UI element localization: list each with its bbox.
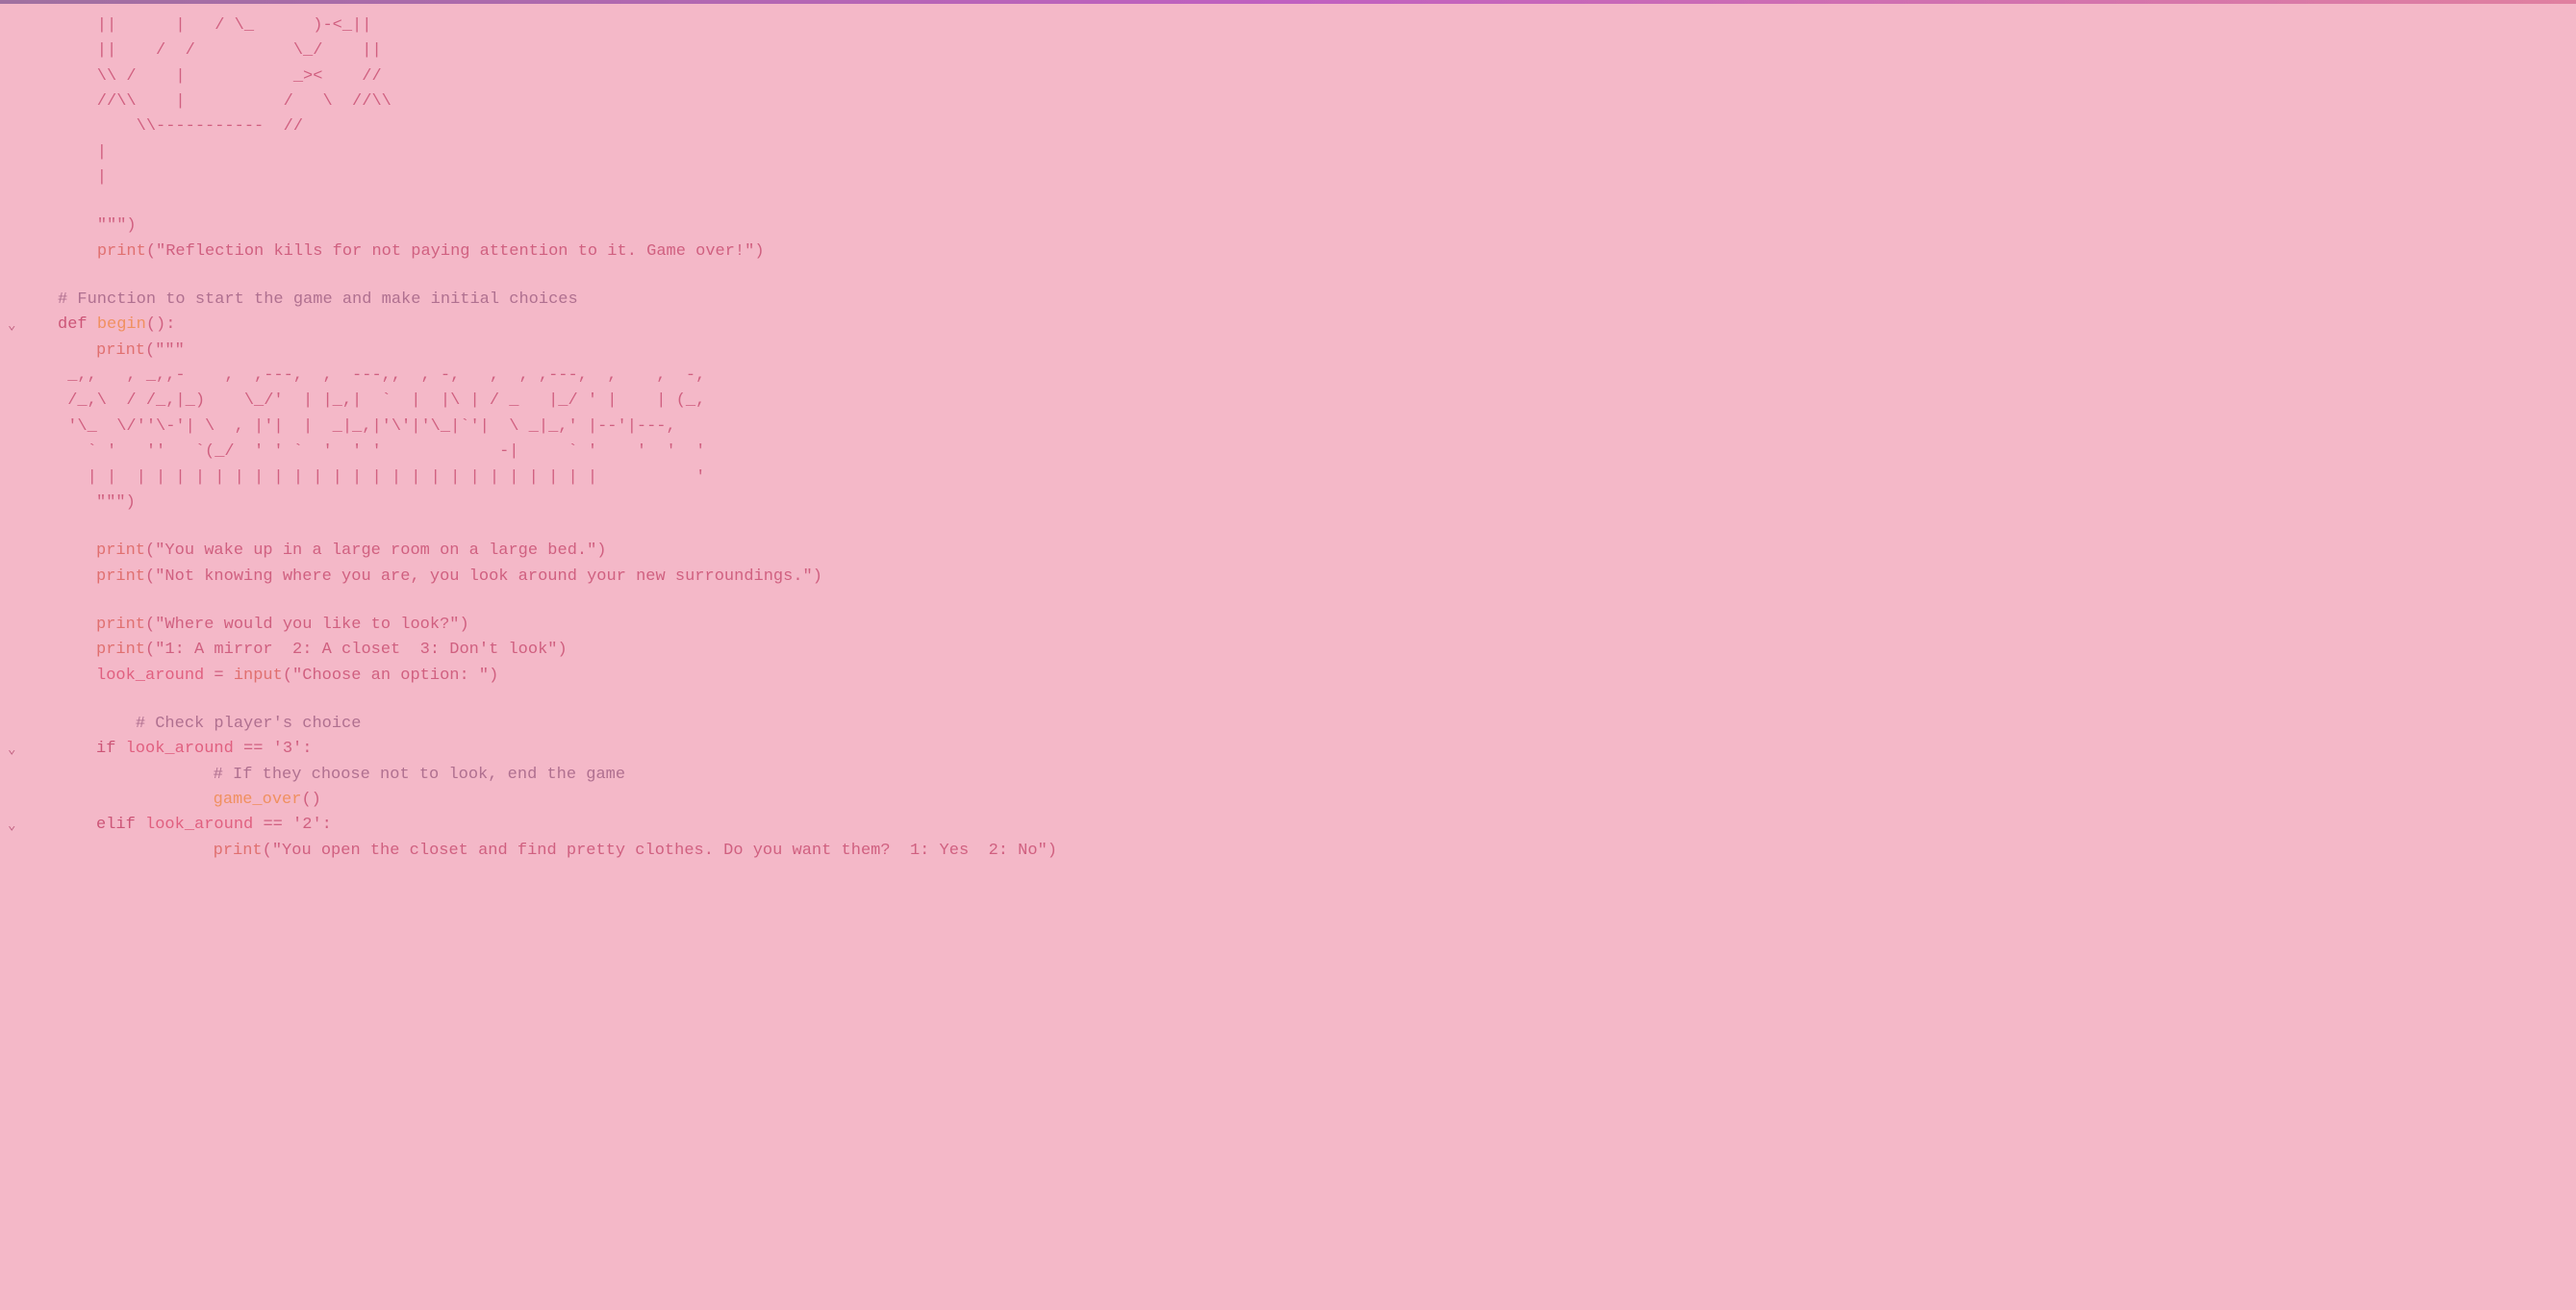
fold-indicator[interactable]: ⌄: [8, 741, 15, 762]
ascii-line: \\ / | _>< //: [58, 64, 382, 89]
code-line: //\\ | / \ //\\: [58, 89, 2557, 114]
ascii-line: \\----------- //: [58, 114, 303, 139]
code-line: print("1: A mirror 2: A closet 3: Don't …: [58, 638, 2557, 663]
code-line: print("You wake up in a large room on a …: [58, 539, 2557, 564]
code-line: _,, , _,,- , ,---, , ---,, , -, , , ,---…: [58, 364, 2557, 389]
empty-line: [58, 265, 2557, 288]
empty-line: [58, 516, 2557, 539]
code-comment: # Check player's choice: [58, 712, 361, 737]
code-line: game_over(): [58, 788, 2557, 813]
code-text: # If they choose not to look, end the ga…: [58, 763, 625, 788]
code-text: """): [58, 214, 137, 239]
code-line: look_around = input("Choose an option: "…: [58, 664, 2557, 689]
ascii-line: | | | | | | | | | | | | | | | | | | | | …: [58, 466, 705, 491]
ascii-line: //\\ | / \ //\\: [58, 89, 391, 114]
code-line: /_,\ / /_,|_) \_/' | |_,| ` | |\ | / _ |…: [58, 389, 2557, 414]
code-editor: || | / \_ )-<_|| || / / \_/ || \\ / | _>…: [0, 0, 2576, 1310]
code-line: print("Where would you like to look?"): [58, 613, 2557, 638]
code-line: ⌄ elif look_around == '2':: [58, 813, 2557, 838]
code-text: print("1: A mirror 2: A closet 3: Don't …: [58, 638, 568, 663]
code-text: print("You open the closet and find pret…: [58, 839, 1057, 864]
ascii-line: || | / \_ )-<_||: [58, 13, 371, 38]
empty-line: [58, 590, 2557, 613]
code-text: look_around = input("Choose an option: "…: [58, 664, 498, 689]
code-text: print("Reflection kills for not paying a…: [58, 239, 765, 265]
code-container: || | / \_ )-<_|| || / / \_/ || \\ / | _>…: [0, 4, 2576, 883]
ascii-line: '\_ \/''\-'| \ , |'| | _|_,|'\'|'\_|`'| …: [58, 415, 676, 440]
code-text: print("You wake up in a large room on a …: [58, 539, 607, 564]
code-text: print("Not knowing where you are, you lo…: [58, 565, 822, 590]
code-line: \\ / | _>< //: [58, 64, 2557, 89]
code-text: print(""": [58, 339, 185, 364]
code-line: """): [58, 214, 2557, 239]
fold-indicator[interactable]: ⌄: [8, 817, 15, 838]
code-line: |: [58, 140, 2557, 165]
code-line: """): [58, 491, 2557, 516]
fold-indicator[interactable]: ⌄: [8, 316, 15, 338]
code-line: \\----------- //: [58, 114, 2557, 139]
code-line: || | / \_ )-<_||: [58, 13, 2557, 38]
code-line: ` ' '' `(_/ ' ' ` ' ' ' -| ` ' ' ' ': [58, 440, 2557, 465]
code-text: elif look_around == '2':: [58, 813, 332, 838]
ascii-line: |: [58, 140, 107, 165]
code-line: # If they choose not to look, end the ga…: [58, 763, 2557, 788]
code-line: |: [58, 165, 2557, 190]
code-line: # Function to start the game and make in…: [58, 288, 2557, 313]
ascii-line: _,, , _,,- , ,---, , ---,, , -, , , ,---…: [58, 364, 705, 389]
code-text: def begin():: [58, 313, 175, 338]
code-text: if look_around == '3':: [58, 737, 312, 762]
code-text: game_over(): [58, 788, 321, 813]
code-line: print("You open the closet and find pret…: [58, 839, 2557, 864]
ascii-line: || / / \_/ ||: [58, 38, 382, 63]
code-line: | | | | | | | | | | | | | | | | | | | | …: [58, 466, 2557, 491]
code-line: # Check player's choice: [58, 712, 2557, 737]
code-line: ⌄ if look_around == '3':: [58, 737, 2557, 762]
code-line: ⌄ def begin():: [58, 313, 2557, 338]
ascii-line: |: [58, 165, 107, 190]
code-line: print("Not knowing where you are, you lo…: [58, 565, 2557, 590]
code-comment: # Function to start the game and make in…: [58, 288, 578, 313]
code-line: print(""": [58, 339, 2557, 364]
code-text: """): [58, 491, 136, 516]
empty-line: [58, 190, 2557, 214]
ascii-line: ` ' '' `(_/ ' ' ` ' ' ' -| ` ' ' ' ': [58, 440, 705, 465]
code-text: print("Where would you like to look?"): [58, 613, 469, 638]
code-line: print("Reflection kills for not paying a…: [58, 239, 2557, 265]
empty-line: [58, 689, 2557, 712]
code-line: '\_ \/''\-'| \ , |'| | _|_,|'\'|'\_|`'| …: [58, 415, 2557, 440]
code-line: || / / \_/ ||: [58, 38, 2557, 63]
ascii-line: /_,\ / /_,|_) \_/' | |_,| ` | |\ | / _ |…: [58, 389, 705, 414]
